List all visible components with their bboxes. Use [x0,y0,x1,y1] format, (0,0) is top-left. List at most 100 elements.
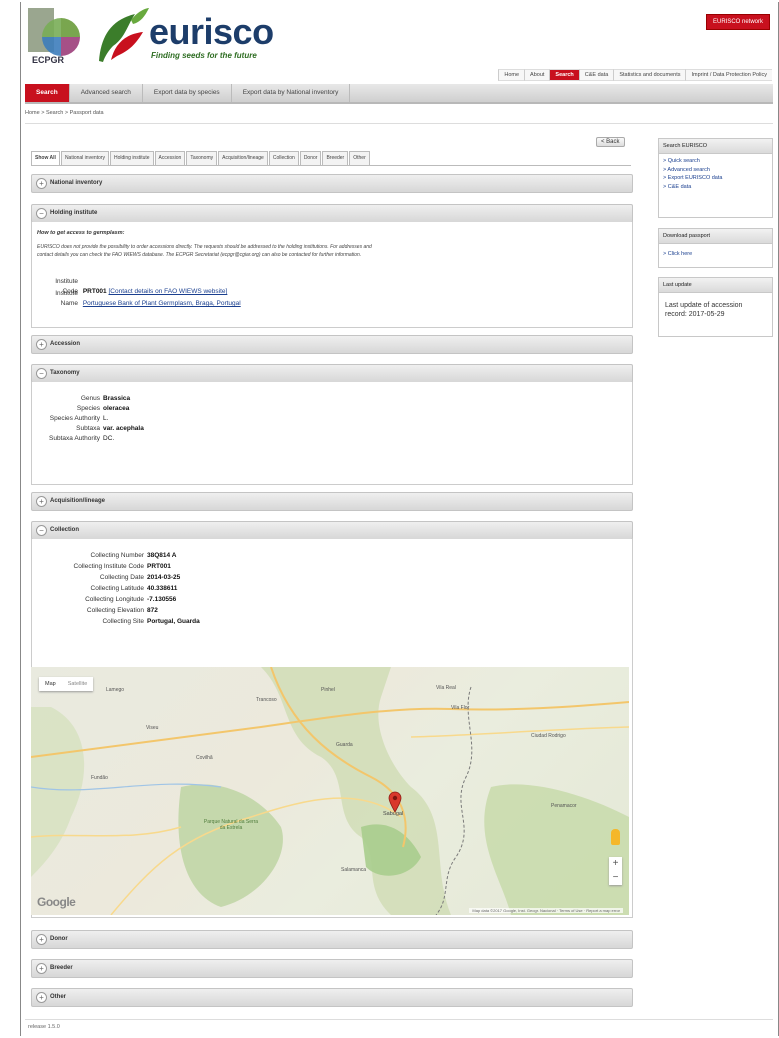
expand-icon: + [36,992,47,1003]
sidebar-download-heading: Download passport [659,229,772,244]
tab-national-inventory[interactable]: National inventory [60,151,109,165]
tab-breeder[interactable]: Breeder [322,151,349,165]
section-header-national-inventory[interactable]: + National inventory [31,174,633,193]
taxonomy-value: var. acephala [103,425,144,432]
institute-name-row: Institute Name Portuguese Bank of Plant … [40,289,241,309]
zoom-out-button[interactable]: − [609,871,622,885]
collection-value: 40.338611 [147,585,178,592]
sidebar-quick-search-link[interactable]: > Quick search [659,157,772,166]
sidebar-update-text: Last update of accession record: 2017-05… [665,302,743,318]
expand-icon: + [36,496,47,507]
mainnav-search[interactable]: Search [25,84,70,102]
section-label: Acquisition/lineage [50,498,106,504]
section-header-collection[interactable]: − Collection [31,521,633,540]
ecpgr-logo[interactable]: ECPGR [28,8,84,68]
sidebar-advanced-search-link[interactable]: > Advanced search [659,166,772,175]
collapse-icon: − [36,525,47,536]
section-label: Holding institute [50,210,98,216]
tab-show-all[interactable]: Show All [31,151,60,165]
map-type-map[interactable]: Map [39,677,62,691]
tab-donor[interactable]: Donor [299,151,322,165]
taxonomy-panel: Genus Brassica Species oleracea Species Au… [31,382,633,485]
tab-other[interactable]: Other [349,151,370,165]
map-label: Ciudad Rodrigo [531,733,566,739]
mainnav-export-inventory[interactable]: Export data by National inventory [232,84,351,102]
collection-label: Collecting Number [90,552,144,559]
section-header-other[interactable]: + Other [31,988,633,1007]
eurisco-network-button[interactable]: EURISCO network [705,14,770,30]
collapse-icon: − [36,368,47,379]
section-header-donor[interactable]: + Donor [31,930,633,949]
section-tabs: Show All National inventory Holding inst… [31,151,631,166]
map-label: Parque Natural da Serra da Estrela [203,819,259,831]
mainnav-export-species[interactable]: Export data by species [143,84,232,102]
topnav-home[interactable]: Home [498,69,525,81]
topnav-search[interactable]: Search [549,69,579,81]
taxonomy-value: Brassica [103,395,131,402]
taxonomy-label: Genus [80,395,100,402]
expand-icon: + [36,963,47,974]
map-marker-icon[interactable] [388,791,402,813]
leaf-icon [99,8,149,62]
map-label: Guarda [336,742,353,748]
eurisco-logo[interactable]: eurisco Finding seeds for the future [91,4,291,64]
map-terrain [31,667,629,915]
map-label: Fundão [91,775,108,781]
holding-institute-panel: How to get access to germplasm: EURISCO … [31,222,633,328]
footer-divider [25,1019,773,1020]
back-button[interactable]: < Back [596,137,625,147]
collecting-site-row: Collecting Site Portugal, Guarda [36,617,199,627]
topnav-ce-data[interactable]: C&E data [578,69,614,81]
breadcrumb[interactable]: Home > Search > Passport data [25,110,104,116]
section-header-accession[interactable]: + Accession [31,335,633,354]
tab-collection[interactable]: Collection [268,151,299,165]
map-label: Salamanca [341,867,367,873]
zoom-in-button[interactable]: + [609,857,622,871]
eurisco-tagline: Finding seeds for the future [151,51,257,60]
topnav-about[interactable]: About [524,69,550,81]
street-view-pegman-icon[interactable] [611,829,620,845]
section-header-acquisition[interactable]: + Acquisition/lineage [31,492,633,511]
ecpgr-logo-text: ECPGR [32,55,65,65]
mainnav-advanced-search[interactable]: Advanced search [70,84,143,102]
collection-label: Collecting Site [102,618,144,625]
collecting-latitude-row: Collecting Latitude 40.338611 [36,584,178,594]
map-label: Lamego [106,687,125,693]
sidebar-export-link[interactable]: > Export EURISCO data [659,174,772,183]
sidebar-ce-data-link[interactable]: > C&E data [659,183,772,192]
map-type-satellite[interactable]: Satellite [62,677,94,691]
tab-holding-institute[interactable]: Holding institute [109,151,154,165]
expand-icon: + [36,339,47,350]
collecting-number-row: Collecting Number 38Q814 A [36,551,177,561]
institute-name-label: Institute Name [55,290,78,307]
divider [25,123,773,124]
section-label: National inventory [50,180,103,186]
topnav-statistics[interactable]: Statistics and documents [613,69,686,81]
collection-value: 38Q814 A [147,552,177,559]
section-header-breeder[interactable]: + Breeder [31,959,633,978]
expand-icon: + [36,934,47,945]
taxonomy-label: Subtaxa Authority [49,435,100,442]
collecting-site-map[interactable]: Map Satellite Vila Real Viseu Guarda Sab… [31,667,629,915]
topnav-imprint[interactable]: Imprint / Data Protection Policy [685,69,772,81]
section-header-taxonomy[interactable]: − Taxonomy [31,364,633,383]
collection-label: Collecting Elevation [86,607,144,614]
section-label: Breeder [50,965,73,971]
google-logo[interactable]: Google [37,895,76,909]
section-label: Donor [50,936,68,942]
map-attribution[interactable]: Map data ©2017 Google, Inst. Geogr. Naci… [469,908,623,913]
sidebar-click-here-link[interactable]: > Click here [659,250,772,259]
section-header-holding-institute[interactable]: − Holding institute [31,204,633,223]
map-label: Viseu [146,725,159,731]
collecting-longitude-row: Collecting Longitude -7.130556 [36,595,176,605]
tab-taxonomy[interactable]: Taxonomy [186,151,218,165]
tab-acquisition[interactable]: Acquisition/lineage [218,151,268,165]
tab-accession[interactable]: Accession [154,151,186,165]
institute-name-link[interactable]: Portuguese Bank of Plant Germplasm, Brag… [80,300,241,307]
taxonomy-value: oleracea [103,405,130,412]
germplasm-access-note-line-2: contact details you can check the FAO WI… [37,252,362,258]
collection-label: Collecting Date [99,574,144,581]
top-navigation: Home About Search C&E data Statistics an… [498,69,772,81]
version-label: release 1.5.0 [28,1024,60,1030]
sidebar-download-box: Download passport > Click here [658,228,773,268]
